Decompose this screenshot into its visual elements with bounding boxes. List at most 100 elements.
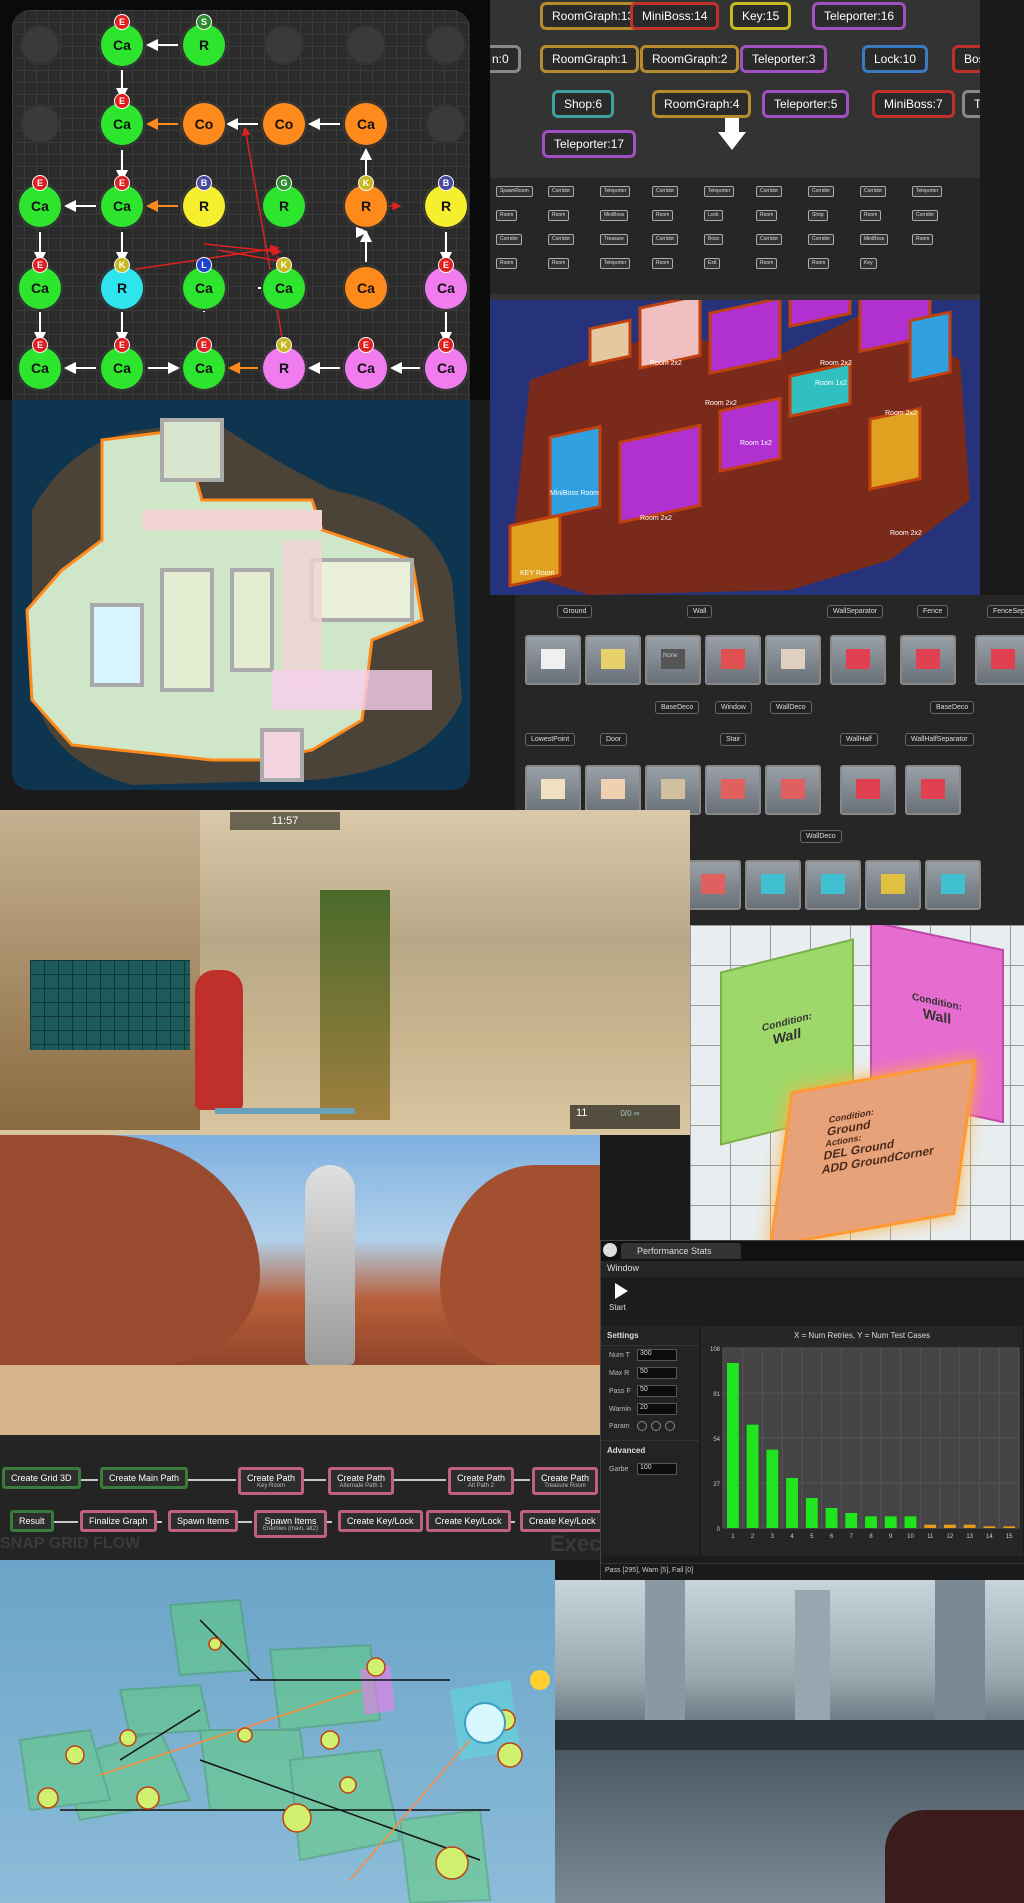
x-tick-label: 15 bbox=[1006, 1534, 1013, 1540]
settings-field-input[interactable]: 50 bbox=[637, 1367, 677, 1379]
theme-node-mesh bbox=[721, 779, 745, 799]
theme-node-mesh bbox=[916, 649, 940, 669]
y-tick-label: 27 bbox=[713, 1482, 720, 1488]
bar bbox=[825, 1508, 838, 1528]
flow-node: Teleporter:16 bbox=[812, 2, 907, 30]
flow-node-box[interactable]: Create Key/Lock bbox=[426, 1510, 511, 1532]
room-node-label: Ca bbox=[31, 360, 49, 376]
iso-room-label: Room 2x2 bbox=[650, 360, 682, 367]
room-node: RK bbox=[261, 338, 307, 391]
settings-fields: Num T 300 Max R 50 Pass F 50 Warnin 20 Param bbox=[601, 1346, 699, 1434]
garbage-input[interactable]: 100 bbox=[637, 1463, 677, 1475]
flow-node-box[interactable]: Create Key/Lock bbox=[338, 1510, 423, 1532]
flow-node: Teleporter:5 bbox=[762, 90, 850, 118]
room-node-label: Ca bbox=[357, 360, 375, 376]
room-node-tag: E bbox=[115, 15, 129, 29]
flow-node-title: Create Grid 3D bbox=[11, 1473, 72, 1483]
theme-node-label: WallHalf bbox=[840, 733, 878, 746]
theme-node-preview bbox=[705, 765, 761, 815]
flow-node-box[interactable]: Create Path Treasure Room bbox=[532, 1467, 599, 1495]
settings-field-input[interactable]: 50 bbox=[637, 1385, 677, 1397]
flow-node: RoomGraph:2 bbox=[640, 45, 740, 73]
flow-node: Shop:6 bbox=[552, 90, 615, 118]
room-node-label: R bbox=[116, 280, 128, 296]
hud-ammo-sub: 0/0 ∞ bbox=[620, 1109, 640, 1118]
start-label: Start bbox=[609, 1303, 626, 1312]
room-node: Ca K bbox=[261, 258, 307, 311]
flow-node-box[interactable]: Spawn Items Enemies (main, alt2) bbox=[254, 1510, 328, 1538]
mini-flow-node: Corridor bbox=[912, 210, 939, 221]
flow-node-box[interactable]: Create Path Alt Path 2 bbox=[448, 1467, 515, 1495]
settings-field-row: Num T 300 bbox=[601, 1346, 699, 1364]
start-button[interactable]: Start bbox=[609, 1283, 649, 1323]
room-node-tag: E bbox=[33, 176, 47, 190]
add-icon[interactable] bbox=[637, 1421, 647, 1431]
theme-node-mesh bbox=[601, 779, 625, 799]
railing bbox=[555, 1720, 1024, 1750]
bar bbox=[924, 1524, 937, 1528]
flow-node-box[interactable]: Create Path Alternate Path 1 bbox=[328, 1467, 395, 1495]
remove-icon[interactable] bbox=[651, 1421, 661, 1431]
theme-node-preview bbox=[975, 635, 1024, 685]
flow-node-box[interactable]: Create Path Key Room bbox=[238, 1467, 305, 1495]
bar bbox=[983, 1526, 996, 1528]
flow-node-box[interactable]: Create Main Path bbox=[100, 1467, 189, 1489]
settings-header: Settings bbox=[601, 1326, 699, 1346]
clear-icon[interactable] bbox=[665, 1421, 675, 1431]
flow-node: n:0 bbox=[490, 45, 521, 73]
mini-flow-node: Room bbox=[756, 258, 778, 269]
theme-node-preview bbox=[585, 765, 641, 815]
theme-node-preview bbox=[645, 765, 701, 815]
mini-flow-node: Teleporter bbox=[600, 186, 631, 197]
settings-field-input[interactable]: 300 bbox=[637, 1349, 677, 1361]
flow-node-box[interactable]: Create Key/Lock bbox=[520, 1510, 600, 1532]
room-node-label: R bbox=[440, 198, 452, 214]
flow-node-title: Create Path bbox=[457, 1473, 506, 1483]
settings-field-row: Pass F 50 bbox=[601, 1382, 699, 1400]
theme-node-mesh bbox=[661, 649, 685, 669]
iso-room-label: Room 1x2 bbox=[740, 440, 772, 447]
flow-node-box[interactable]: Spawn Items bbox=[168, 1510, 239, 1532]
flow-node-box[interactable]: Finalize Graph bbox=[80, 1510, 157, 1532]
flow-node-box[interactable]: Create Grid 3D bbox=[2, 1467, 81, 1489]
room-node-label: Ca bbox=[357, 280, 375, 296]
theme-node-mesh bbox=[856, 779, 880, 799]
theme-node-mesh bbox=[921, 779, 945, 799]
flow-node-title: Spawn Items bbox=[177, 1516, 230, 1526]
room-graph-panel: Ca E R S Ca E Co Co Ca Ca E Ca E R B R G R K R B Ca E R K Ca L Ca K C… bbox=[0, 0, 490, 400]
perf-tab-label: Performance Stats bbox=[637, 1246, 712, 1256]
perf-menu-bar: Window bbox=[601, 1261, 1024, 1277]
window-menu[interactable]: Window bbox=[607, 1263, 639, 1273]
flow-node: RoomGraph:1 bbox=[540, 45, 640, 73]
mini-flow-node: Corridor bbox=[496, 234, 523, 245]
x-tick-label: 14 bbox=[986, 1534, 993, 1540]
rock-left bbox=[0, 1135, 260, 1365]
flow-node-title: Create Main Path bbox=[109, 1473, 180, 1483]
x-tick-label: 13 bbox=[966, 1534, 973, 1540]
iso-room-label: Room 2x2 bbox=[705, 400, 737, 407]
room-node-label: Ca bbox=[437, 280, 455, 296]
scifi-scene-panel bbox=[555, 1580, 1024, 1903]
tower-1 bbox=[645, 1580, 685, 1720]
perf-tab-bar: Performance Stats bbox=[601, 1241, 1024, 1261]
settings-field-input[interactable]: 20 bbox=[637, 1403, 677, 1415]
flow-node: MiniBoss:7 bbox=[872, 90, 955, 118]
mini-flow-node: Corridor bbox=[808, 186, 835, 197]
room-node-label: Ca bbox=[31, 280, 49, 296]
theme-node-preview bbox=[685, 860, 741, 910]
empty-slot bbox=[20, 25, 60, 65]
theme-node-preview bbox=[840, 765, 896, 815]
play-icon bbox=[615, 1283, 628, 1299]
room-node-tag: E bbox=[197, 338, 211, 352]
flow-node-box[interactable]: Result bbox=[10, 1510, 54, 1532]
hud-health-bar bbox=[215, 1108, 355, 1114]
theme-node-mesh bbox=[941, 874, 965, 894]
theme-node-mesh bbox=[991, 649, 1015, 669]
y-tick-label: 81 bbox=[713, 1392, 720, 1398]
room-node-label: Ca bbox=[113, 116, 131, 132]
bar bbox=[786, 1478, 798, 1528]
plant-column bbox=[320, 890, 390, 1120]
perf-tab[interactable]: Performance Stats bbox=[621, 1243, 741, 1259]
bar bbox=[746, 1424, 759, 1528]
theme-node-mesh bbox=[541, 649, 565, 669]
